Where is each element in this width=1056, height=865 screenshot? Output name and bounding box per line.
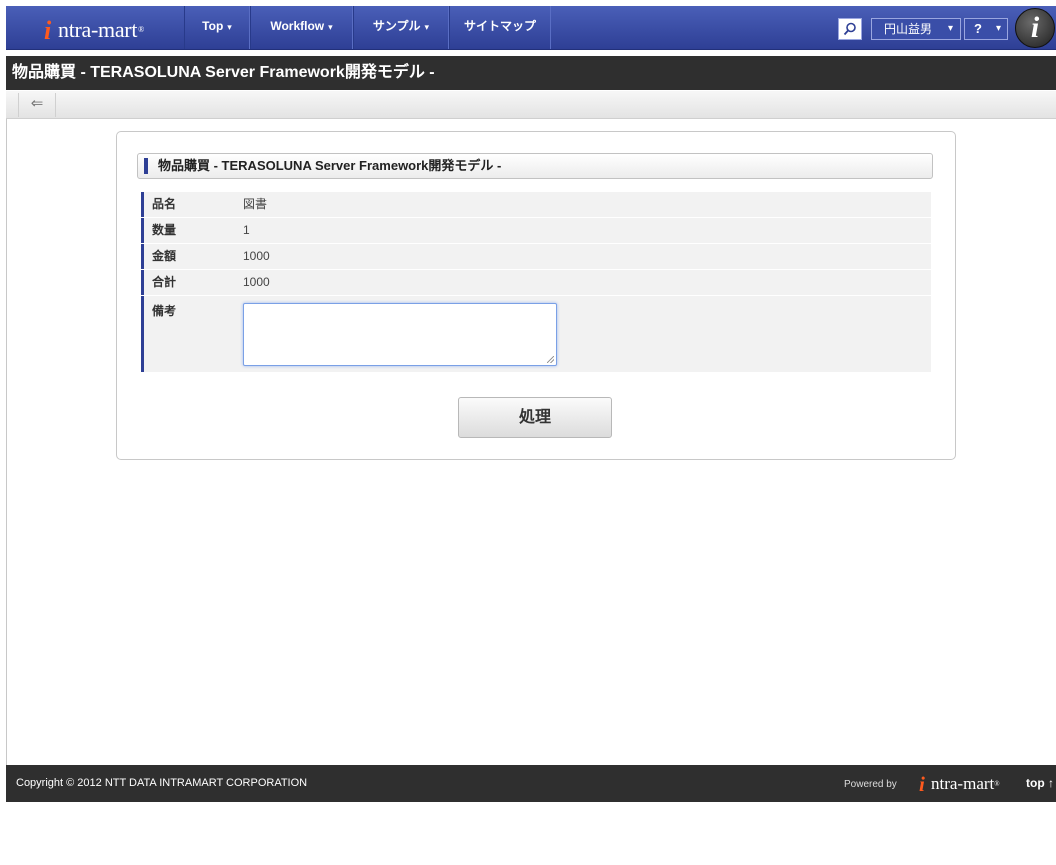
nav-menu-sample-label: サンプル <box>372 19 421 33</box>
form-row-total: 合計 1000 <box>141 270 931 296</box>
field-value: 1000 <box>243 249 270 263</box>
field-label: 金額 <box>141 244 235 269</box>
nav-menu-top-label: Top <box>202 19 224 33</box>
logo-wordmark: ntra-mart® <box>931 774 1000 793</box>
field-value: 1000 <box>243 275 270 289</box>
field-label: 合計 <box>141 270 235 295</box>
process-button[interactable]: 処理 <box>458 397 612 438</box>
field-value: 図書 <box>243 197 268 211</box>
user-name: 円山益男 <box>884 22 933 36</box>
user-menu-button[interactable]: 円山益男 ▾ <box>871 18 961 40</box>
memo-textarea[interactable] <box>243 303 557 366</box>
chevron-down-icon: ▾ <box>227 22 232 32</box>
arrow-left-icon: ⇐ <box>30 95 44 112</box>
process-button-label: 処理 <box>518 409 551 426</box>
nav-menu-workflow-label: Workflow <box>270 19 325 33</box>
form-row-quantity: 数量 1 <box>141 218 931 244</box>
chevron-down-icon: ▾ <box>995 23 1001 34</box>
logo-i-mark: i <box>919 772 925 796</box>
field-value: 1 <box>243 223 250 237</box>
nav-menu-workflow[interactable]: Workflow ▾ <box>250 6 353 49</box>
avatar-letter: i <box>1030 11 1040 44</box>
form-row-item-name: 品名 図書 <box>141 192 931 218</box>
footer: Copyright © 2012 NTT DATA INTRAMART CORP… <box>6 765 1056 802</box>
top-navigation-bar: i ntra-mart® Top ▾ Workflow ▾ サンプル ▾ サイトマップ… <box>6 6 1056 50</box>
resize-handle-icon[interactable] <box>547 356 554 363</box>
chevron-down-icon: ▾ <box>424 22 430 32</box>
page-title-text: 物品購買 - TERASOLUNA Server Framework開発モデル … <box>12 64 435 81</box>
help-label: ? <box>974 21 982 36</box>
scroll-to-top-link[interactable]: top ↑ <box>1026 765 1054 802</box>
intra-mart-logo[interactable]: i ntra-mart® <box>44 16 174 44</box>
page-title: 物品購買 - TERASOLUNA Server Framework開発モデル … <box>6 56 1056 90</box>
chevron-down-icon: ▾ <box>947 23 953 34</box>
footer-intra-mart-logo[interactable]: i ntra-mart® <box>919 773 1015 795</box>
avatar[interactable]: i <box>1015 8 1055 48</box>
nav-menu-sitemap-label: サイトマップ <box>463 19 536 33</box>
field-label: 数量 <box>141 218 235 243</box>
logo-wordmark: ntra-mart® <box>58 17 144 42</box>
form-header-text: 物品購買 - TERASOLUNA Server Framework開発モデル … <box>158 158 502 173</box>
chevron-down-icon: ▾ <box>328 22 333 32</box>
powered-by-text: Powered by <box>844 779 897 790</box>
nav-menu-top[interactable]: Top ▾ <box>184 6 250 49</box>
nav-menu-sample[interactable]: サンプル ▾ <box>353 6 449 49</box>
search-button[interactable] <box>838 18 862 40</box>
search-icon <box>843 22 856 36</box>
help-menu-button[interactable]: ? ▾ <box>964 18 1008 40</box>
content-left-border <box>6 119 7 765</box>
form-header: 物品購買 - TERASOLUNA Server Framework開発モデル … <box>137 153 933 179</box>
field-label: 備考 <box>141 296 235 372</box>
back-button[interactable]: ⇐ <box>18 93 56 117</box>
nav-menu-sitemap[interactable]: サイトマップ <box>449 6 551 49</box>
field-label: 品名 <box>141 192 235 217</box>
copyright-text: Copyright © 2012 NTT DATA INTRAMART CORP… <box>16 777 308 789</box>
toolbar: ⇐ <box>6 91 1056 119</box>
form-row-amount: 金額 1000 <box>141 244 931 270</box>
